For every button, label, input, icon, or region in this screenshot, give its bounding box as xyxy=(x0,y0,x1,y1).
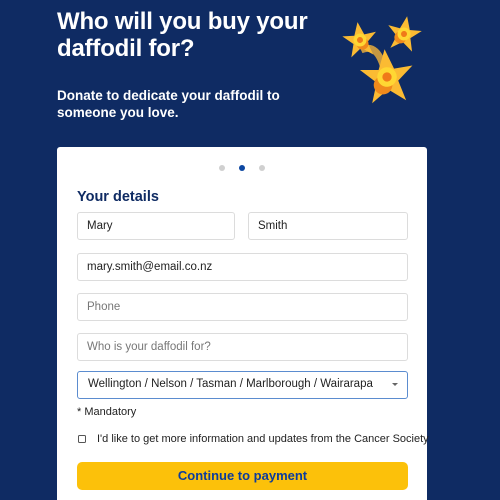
region-select[interactable]: Wellington / Nelson / Tasman / Marlborou… xyxy=(77,371,408,399)
step-indicator xyxy=(57,165,427,171)
optin-checkbox[interactable] xyxy=(78,435,86,443)
hero-title: Who will you buy your daffodil for? xyxy=(57,8,308,62)
optin-label: I'd like to get more information and upd… xyxy=(97,433,429,445)
caret-down-icon xyxy=(392,383,398,386)
section-title: Your details xyxy=(77,189,159,205)
first-name-input[interactable] xyxy=(77,212,235,240)
optin-row[interactable]: I'd like to get more information and upd… xyxy=(78,433,429,445)
email-input[interactable] xyxy=(77,253,408,281)
mandatory-note: * Mandatory xyxy=(77,406,137,418)
hero-subtitle: Donate to dedicate your daffodil to some… xyxy=(57,88,280,120)
step-dot-1[interactable] xyxy=(219,165,225,171)
page: Who will you buy your daffodil for? Dona… xyxy=(0,0,500,500)
continue-to-payment-button[interactable]: Continue to payment xyxy=(77,462,408,490)
last-name-input[interactable] xyxy=(248,212,408,240)
step-dot-3[interactable] xyxy=(259,165,265,171)
daffodil-flowers-icon xyxy=(340,13,424,105)
region-select-value: Wellington / Nelson / Tasman / Marlborou… xyxy=(88,378,373,390)
phone-input[interactable] xyxy=(77,293,408,321)
recipient-input[interactable] xyxy=(77,333,408,361)
step-dot-2-active[interactable] xyxy=(239,165,245,171)
donation-form-card: Your details Wellington / Nelson / Tasma… xyxy=(57,147,429,500)
